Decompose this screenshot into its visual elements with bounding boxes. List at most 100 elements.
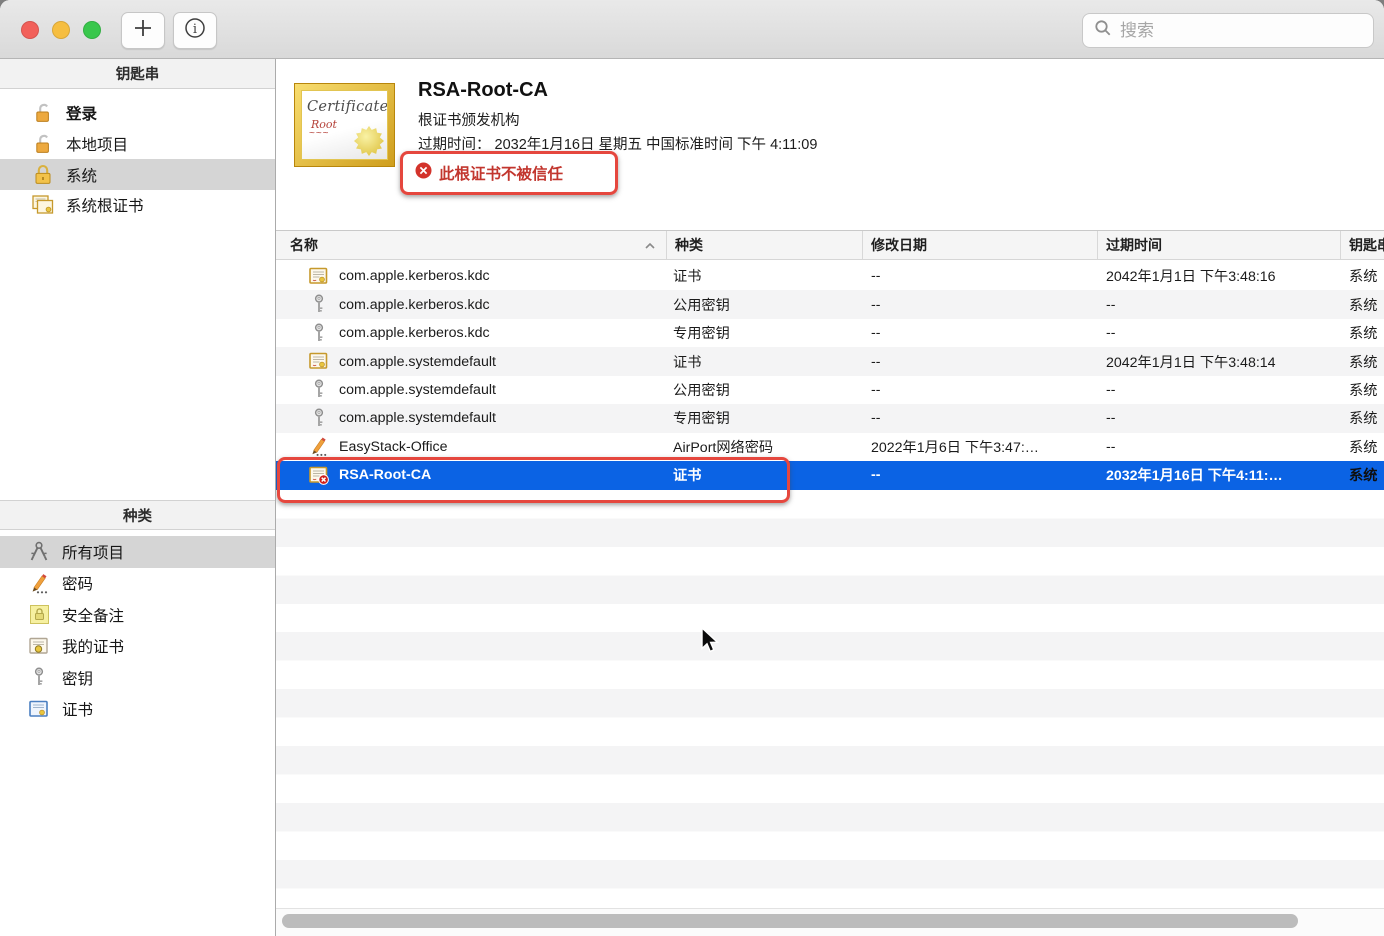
cell-expires: -- [1098,404,1341,432]
cell-expires: -- [1098,319,1341,347]
search-field[interactable] [1082,13,1374,48]
search-input[interactable] [1120,21,1350,41]
table-row[interactable]: com.apple.kerberos.kdc专用密钥----系统 [276,319,1384,347]
sidebar-category-certificate-blue[interactable]: 证书 [0,694,275,726]
table-row[interactable]: com.apple.kerberos.kdc公用密钥----系统 [276,290,1384,318]
cell-kind: 专用密钥 [667,319,863,347]
certificate-blue-icon [26,697,52,721]
my-certificate-icon [26,634,52,658]
certificate-untrusted-icon [308,464,330,486]
cell-modified: -- [863,404,1098,432]
cell-keychain: 系统 [1341,262,1384,290]
table-row[interactable]: com.apple.systemdefault公用密钥----系统 [276,376,1384,404]
key-icon [26,666,52,690]
password-pencil-icon [308,436,330,458]
sidebar-category-secure-note[interactable]: 安全备注 [0,599,275,631]
cell-keychain: 系统 [1341,433,1384,461]
keychains-section-header: 钥匙串 [0,59,275,89]
item-name-label: com.apple.kerberos.kdc [339,297,490,313]
sidebar-keychain-keychain-unlocked[interactable]: 登录 [0,98,275,129]
item-name-label: com.apple.systemdefault [339,410,496,426]
table-row[interactable]: RSA-Root-CA证书--2032年1月16日 下午4:11:…系统 [276,461,1384,489]
keychain-unlocked-icon [30,101,56,125]
horizontal-scrollbar-thumb[interactable] [282,914,1298,928]
item-name-label: com.apple.systemdefault [339,382,496,398]
keychains-header-label: 钥匙串 [116,63,160,84]
cell-modified: -- [863,290,1098,318]
sidebar-category-all-items-keys[interactable]: 所有项目 [0,536,275,568]
plus-icon [132,17,154,44]
sidebar-keychain-keychain-unlocked[interactable]: 本地项目 [0,129,275,160]
cell-keychain: 系统 [1341,290,1384,318]
cell-name: com.apple.kerberos.kdc [276,262,667,290]
sidebar-item-label: 系统 [66,164,97,186]
certificate-artwork-icon: Certificate Root ~~~ [294,83,395,167]
cell-modified: -- [863,347,1098,375]
cell-modified: -- [863,262,1098,290]
empty-rows-striping [276,490,1384,908]
sidebar-item-label: 登录 [66,102,97,124]
table-row[interactable]: EasyStack-OfficeAirPort网络密码2022年1月6日 下午3… [276,433,1384,461]
cell-expires: 2042年1月1日 下午3:48:14 [1098,347,1341,375]
cell-kind: 证书 [667,461,863,489]
table-header: 名称 种类 修改日期 过期时间 钥匙串 [276,230,1384,260]
keychain-unlocked-icon [30,132,56,156]
item-name-label: RSA-Root-CA [339,467,431,483]
keychain-locked-icon [30,163,56,187]
cell-modified: 2022年1月6日 下午3:47:… [863,433,1098,461]
info-icon: i [183,16,207,45]
zoom-window-button[interactable] [83,21,101,39]
item-name-label: com.apple.kerberos.kdc [339,325,490,341]
main-content: Certificate Root ~~~ RSA-Root-CA 根证书颁发机构… [276,59,1384,936]
horizontal-scrollbar-track[interactable] [276,908,1384,936]
minimize-window-button[interactable] [52,21,70,39]
key-icon [308,294,330,316]
cell-modified: -- [863,319,1098,347]
trust-warning-text: 此根证书不被信任 [439,162,563,184]
sidebar-category-my-certificate[interactable]: 我的证书 [0,631,275,663]
column-header-modified[interactable]: 修改日期 [863,231,1098,259]
key-icon [308,322,330,344]
get-info-button[interactable]: i [173,12,217,49]
cell-kind: 证书 [667,262,863,290]
all-items-keys-icon [26,540,52,564]
column-header-expires[interactable]: 过期时间 [1098,231,1341,259]
key-icon [308,407,330,429]
cell-kind: 专用密钥 [667,404,863,432]
cell-expires: 2042年1月1日 下午3:48:16 [1098,262,1341,290]
cell-expires: -- [1098,433,1341,461]
table-rows: com.apple.kerberos.kdc证书--2042年1月1日 下午3:… [276,262,1384,490]
sidebar-item-label: 密码 [62,572,93,594]
column-header-kind[interactable]: 种类 [667,231,863,259]
table-row[interactable]: com.apple.systemdefault证书--2042年1月1日 下午3… [276,347,1384,375]
table-row[interactable]: com.apple.systemdefault专用密钥----系统 [276,404,1384,432]
sidebar-item-label: 我的证书 [62,635,124,657]
column-header-name[interactable]: 名称 [276,231,667,259]
column-header-keychain[interactable]: 钥匙串 [1341,231,1384,259]
sidebar-item-label: 所有项目 [62,541,124,563]
sidebar-category-password-pencil[interactable]: 密码 [0,568,275,600]
item-name-label: com.apple.systemdefault [339,354,496,370]
category-header-label: 种类 [123,505,152,526]
svg-text:i: i [193,22,197,37]
close-window-button[interactable] [21,21,39,39]
sidebar-item-label: 密钥 [62,667,93,689]
add-item-button[interactable] [121,12,165,49]
cell-kind: 公用密钥 [667,376,863,404]
cell-kind: 公用密钥 [667,290,863,318]
certificate-detail-panel: Certificate Root ~~~ RSA-Root-CA 根证书颁发机构… [276,59,1384,229]
sidebar: 钥匙串 登录 本地项目 系统 系统根证书 种类 所有项目 密码 [0,59,276,936]
cell-keychain: 系统 [1341,404,1384,432]
not-trusted-icon [415,162,432,184]
item-name-label: EasyStack-Office [339,439,448,455]
cell-modified: -- [863,461,1098,489]
cell-name: com.apple.systemdefault [276,376,667,404]
sidebar-keychain-cert-stack[interactable]: 系统根证书 [0,190,275,221]
sidebar-keychain-keychain-locked[interactable]: 系统 [0,159,275,190]
cell-name: com.apple.kerberos.kdc [276,290,667,318]
sidebar-category-key[interactable]: 密钥 [0,662,275,694]
cell-expires: -- [1098,290,1341,318]
cell-name: EasyStack-Office [276,433,667,461]
certificate-name: RSA-Root-CA [418,79,548,102]
table-row[interactable]: com.apple.kerberos.kdc证书--2042年1月1日 下午3:… [276,262,1384,290]
